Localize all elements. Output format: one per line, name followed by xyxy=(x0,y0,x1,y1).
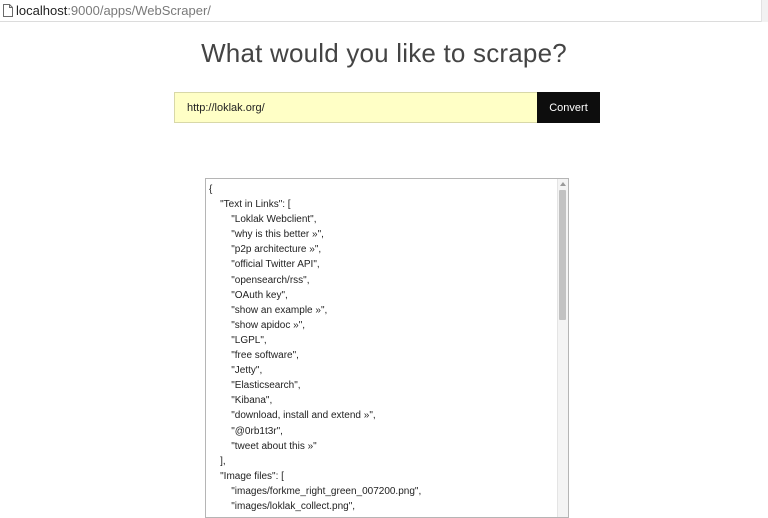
output-line: "free software", xyxy=(209,350,299,362)
json-output-area[interactable]: { "Text in Links": [ "Loklak Webclient",… xyxy=(205,178,569,518)
url-text[interactable]: localhost:9000/apps/WebScraper/ xyxy=(16,3,211,19)
output-line: "images/loklak_collect.png", xyxy=(209,500,356,512)
scroll-thumb[interactable] xyxy=(559,190,566,320)
output-line: "why is this better »", xyxy=(209,229,324,241)
output-line: "show an example »", xyxy=(209,304,328,316)
output-line: "tweet about this »" xyxy=(209,440,317,452)
output-line: { xyxy=(209,184,213,195)
output-line: ], xyxy=(209,455,226,467)
convert-button[interactable]: Convert xyxy=(537,92,600,123)
page-title: What would you like to scrape? xyxy=(201,38,567,68)
output-line: "Loklak Webclient", xyxy=(209,214,317,226)
output-line: "Elasticsearch", xyxy=(209,380,301,392)
browser-url-bar[interactable]: localhost:9000/apps/WebScraper/ xyxy=(0,0,768,22)
url-host: localhost xyxy=(16,3,68,18)
output-line: "p2p architecture »", xyxy=(209,244,322,256)
output-line: "opensearch/rss", xyxy=(209,274,310,286)
output-line: "images/forkme_right_green_007200.png", xyxy=(209,485,422,497)
output-line: "download, install and extend »", xyxy=(209,410,376,422)
scroll-up-arrow-icon[interactable] xyxy=(560,182,566,186)
output-line: "Jetty", xyxy=(209,365,263,377)
url-input[interactable] xyxy=(174,92,537,123)
output-line: "OAuth key", xyxy=(209,289,288,301)
document-icon xyxy=(3,4,13,17)
output-line: "Image files": [ xyxy=(209,470,284,482)
window-edge xyxy=(761,0,768,22)
json-output-text: { "Text in Links": [ "Loklak Webclient",… xyxy=(209,182,557,514)
output-line: "@0rb1t3r", xyxy=(209,425,283,437)
output-line: "Kibana", xyxy=(209,395,273,407)
output-line: "official Twitter API", xyxy=(209,259,320,271)
output-line: "show apidoc »", xyxy=(209,319,306,331)
output-line: "LGPL", xyxy=(209,334,267,346)
output-line: "Text in Links": [ xyxy=(209,199,291,211)
url-path: :9000/apps/WebScraper/ xyxy=(67,3,211,18)
output-scrollbar[interactable] xyxy=(557,179,568,517)
